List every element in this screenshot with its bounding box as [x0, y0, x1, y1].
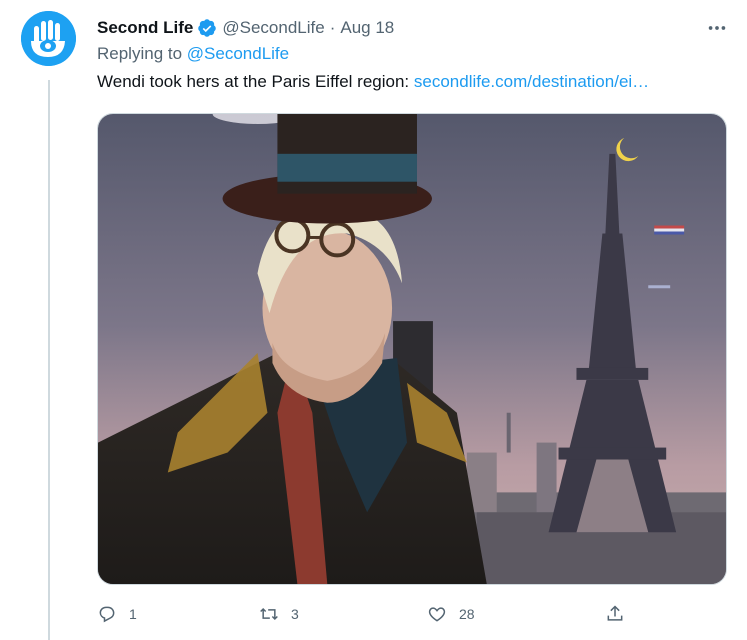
- tweet-media-image[interactable]: [97, 113, 727, 585]
- replying-to-link[interactable]: @SecondLife: [187, 44, 289, 63]
- like-button[interactable]: 28: [427, 598, 475, 630]
- avatar[interactable]: [21, 11, 76, 66]
- replying-prefix: Replying to: [97, 44, 187, 63]
- author-handle[interactable]: @SecondLife: [222, 18, 324, 38]
- share-icon: [607, 605, 623, 621]
- destination-link[interactable]: secondlife.com/destination/ei…: [414, 72, 649, 91]
- like-count: 28: [459, 606, 475, 622]
- tweet-actions: 1 3 28: [97, 598, 727, 630]
- verified-badge-icon: [197, 18, 217, 38]
- reply-button[interactable]: 1: [97, 598, 137, 630]
- retweet-icon: [260, 607, 278, 621]
- second-life-hand-eye-icon: [21, 11, 76, 66]
- heart-icon: [428, 607, 446, 622]
- replying-to-line: Replying to @SecondLife: [97, 44, 289, 64]
- more-horizontal-icon: [708, 26, 726, 30]
- retweet-button[interactable]: 3: [259, 598, 299, 630]
- retweet-count: 3: [291, 606, 299, 622]
- share-button[interactable]: [605, 598, 637, 630]
- timestamp[interactable]: Aug 18: [340, 18, 394, 38]
- author-name[interactable]: Second Life: [97, 18, 193, 38]
- separator-dot: ·: [329, 18, 336, 37]
- more-options-button[interactable]: [705, 16, 729, 40]
- tweet-header: Second Life @SecondLife · Aug 18: [97, 16, 394, 40]
- tweet-body: Wendi took hers at the Paris Eiffel regi…: [97, 72, 414, 91]
- avatar-paris-eiffel-photo: [98, 114, 726, 584]
- thread-line: [48, 80, 50, 640]
- reply-count: 1: [129, 606, 137, 622]
- reply-icon: [99, 606, 115, 623]
- tweet-text: Wendi took hers at the Paris Eiffel regi…: [97, 72, 649, 92]
